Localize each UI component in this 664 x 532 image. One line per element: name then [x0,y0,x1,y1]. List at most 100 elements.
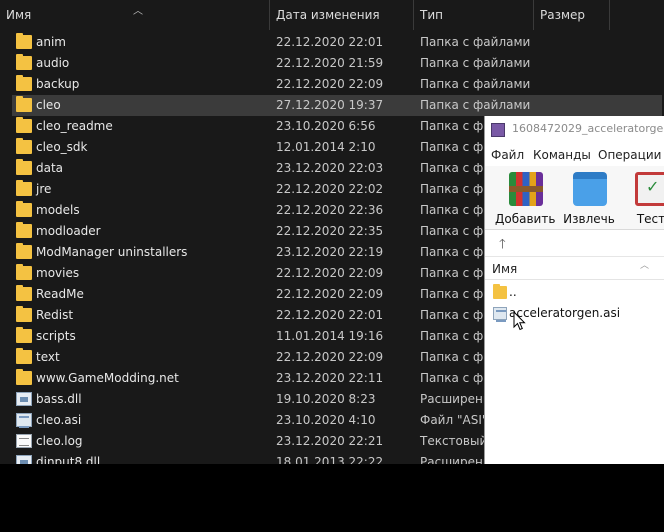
column-header-size-label: Размер [540,8,586,22]
text-file-icon [16,434,32,448]
add-archive-icon [509,172,543,206]
file-name: cleo_sdk [36,140,88,154]
folder-icon [16,327,32,343]
add-button[interactable]: Добавить [495,170,555,228]
archive-toolbar: Добавить Извлечь Тест [485,166,664,230]
folder-icon [16,285,32,301]
file-type: Папка с файлами [420,77,531,91]
extract-folder-icon [573,172,607,206]
asi-file-icon [493,307,507,322]
sort-arrow-icon: ︿ [640,261,650,271]
file-type: Папка с файлами [420,56,531,70]
file-type: Папка с фа [420,350,491,364]
file-date: 23.12.2020 22:03 [276,161,384,175]
file-name: models [36,203,80,217]
folder-icon [16,348,32,364]
folder-icon [16,306,32,322]
file-row[interactable]: cleo 27.12.2020 19:37 Папка с файлами [12,95,662,116]
test-button[interactable]: Тест [621,170,664,228]
column-header-type-label: Тип [420,8,443,22]
file-row[interactable]: audio 22.12.2020 21:59 Папка с файлами [12,53,662,74]
file-date: 23.10.2020 4:10 [276,413,376,427]
file-date: 22.12.2020 22:01 [276,35,384,49]
archive-title: 1608472029_acceleratorgen.zi [512,122,664,135]
file-type: Расширени [420,392,491,406]
column-header-bar: Имя ︿ Дата изменения Тип Размер [0,0,664,30]
file-date: 22.12.2020 22:09 [276,350,384,364]
dll-file-icon [16,392,32,406]
file-type: Папка с фа [420,140,491,154]
folder-icon [16,117,32,133]
file-name: backup [36,77,80,91]
file-name: cleo.log [36,434,83,448]
file-type: Папка с фа [420,287,491,301]
file-date: 23.10.2020 6:56 [276,119,376,133]
file-type: Папка с фа [420,119,491,133]
file-type: Папка с фа [420,371,491,385]
file-type: Расширени [420,455,491,464]
column-header-date-label: Дата изменения [276,8,380,22]
folder-icon [16,243,32,259]
folder-icon [493,284,507,299]
dll-file-icon [16,455,32,464]
file-name: movies [36,266,80,280]
menu-commands[interactable]: Команды [533,148,591,162]
file-name: cleo_readme [36,119,113,133]
file-date: 22.12.2020 22:01 [276,308,384,322]
file-date: 22.12.2020 22:09 [276,77,384,91]
winrar-app-icon [491,123,505,137]
column-header-date[interactable]: Дата изменения [270,0,414,30]
file-type: Папка с фа [420,161,491,175]
extract-button-label: Извлечь [563,212,615,226]
file-date: 27.12.2020 19:37 [276,98,384,112]
file-name: ReadMe [36,287,84,301]
file-date: 19.10.2020 8:23 [276,392,376,406]
file-date: 23.12.2020 22:19 [276,245,384,259]
asi-file-icon [16,413,32,428]
file-name: cleo [36,98,61,112]
file-type: Папка с фа [420,245,491,259]
column-header-type[interactable]: Тип [414,0,534,30]
column-header-name[interactable]: Имя ︿ [0,0,270,30]
add-button-label: Добавить [495,212,556,226]
file-type: Папка с фа [420,182,491,196]
archive-file-name: .. [509,285,517,299]
file-date: 11.01.2014 19:16 [276,329,384,343]
folder-icon [16,138,32,154]
archive-file-row[interactable]: .. [485,283,664,303]
archive-menu-bar: Файл Команды Операции [485,144,664,166]
file-name: data [36,161,64,175]
folder-icon [16,222,32,238]
menu-file[interactable]: Файл [491,148,524,162]
file-type: Папка с фа [420,203,491,217]
archive-column-name: Имя [492,262,518,276]
file-date: 23.12.2020 22:21 [276,434,384,448]
extract-button[interactable]: Извлечь [559,170,619,228]
file-date: 12.01.2014 2:10 [276,140,376,154]
file-name: ModManager uninstallers [36,245,188,259]
archive-file-row[interactable]: acceleratorgen.asi [485,304,664,324]
file-type: Папка с фа [420,266,491,280]
file-name: dinput8.dll [36,455,101,464]
file-row[interactable]: anim 22.12.2020 22:01 Папка с файлами [12,32,662,53]
menu-operations[interactable]: Операции [598,148,661,162]
file-name: cleo.asi [36,413,82,427]
file-name: Redist [36,308,74,322]
archive-title-bar[interactable]: 1608472029_acceleratorgen.zi [485,116,664,144]
archive-column-header[interactable]: ︿ Имя [485,258,664,280]
file-name: modloader [36,224,101,238]
folder-icon [16,180,32,196]
file-name: jre [36,182,52,196]
file-date: 22.12.2020 22:02 [276,182,384,196]
file-name: anim [36,35,66,49]
file-date: 22.12.2020 22:09 [276,266,384,280]
folder-icon [16,369,32,385]
archive-window: 1608472029_acceleratorgen.zi Файл Команд… [484,116,664,464]
file-name: bass.dll [36,392,82,406]
file-type: Папка с фа [420,329,491,343]
file-row[interactable]: backup 22.12.2020 22:09 Папка с файлами [12,74,662,95]
up-arrow-icon[interactable]: 🡑 [499,235,506,257]
file-name: text [36,350,60,364]
column-header-size[interactable]: Размер [534,0,610,30]
file-date: 18.01.2013 22:22 [276,455,384,464]
